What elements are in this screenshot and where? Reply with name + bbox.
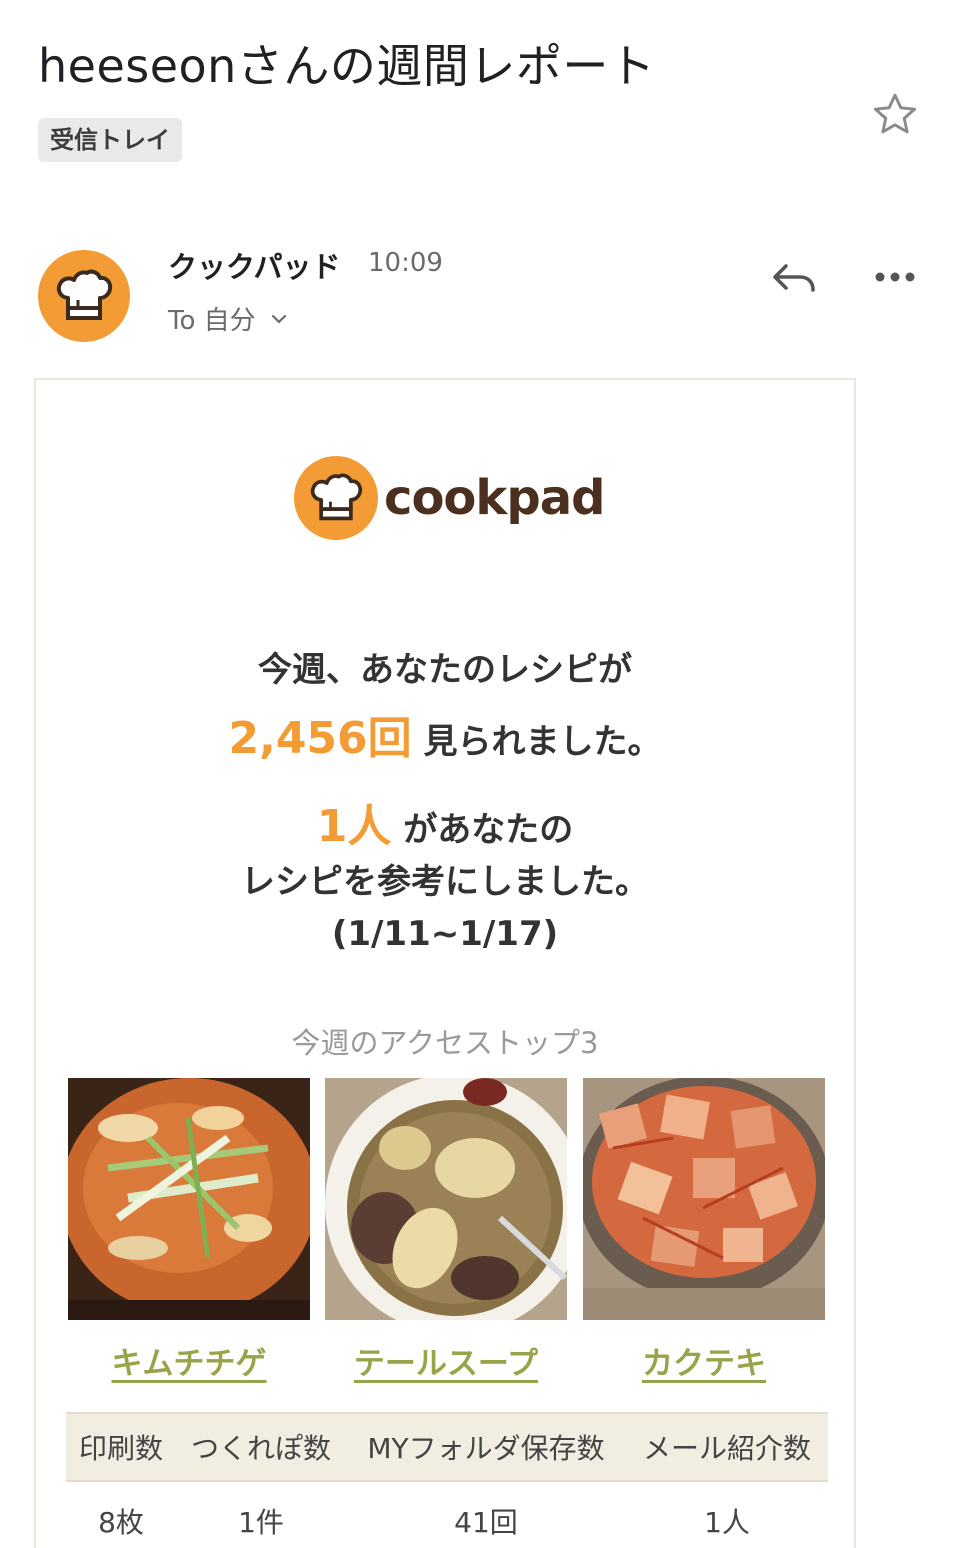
recipe-link-2[interactable]: テールスープ xyxy=(325,1338,567,1383)
stats-header-mail-intro: メール紹介数 xyxy=(642,1432,811,1465)
sender-name: クックパッド xyxy=(168,250,341,284)
recipe-photo-kimchi-jjigae[interactable] xyxy=(68,1078,310,1320)
views-intro: 今週、あなたのレシピが xyxy=(258,650,632,690)
inbox-label-chip[interactable]: 受信トレイ xyxy=(38,118,182,162)
more-icon[interactable] xyxy=(872,262,918,292)
reference-suffix: があなたの xyxy=(403,810,574,850)
stats-value-print: 8枚 xyxy=(98,1506,144,1539)
cookpad-chef-hat-icon xyxy=(294,456,378,540)
recipe-card-3[interactable]: カクテキ xyxy=(583,1078,825,1383)
recipient-text: To 自分 xyxy=(168,306,256,336)
stats-header-tsukurepo: つくれぽ数 xyxy=(190,1432,331,1465)
recipe-card-2[interactable]: テールスープ xyxy=(325,1078,567,1383)
stats-header-my-folder: MYフォルダ保存数 xyxy=(367,1432,605,1465)
stats-value-row: 8枚 1件 41回 1人 xyxy=(66,1496,828,1546)
views-count: 2,456回 xyxy=(228,713,412,764)
email-body: cookpad 今週、あなたのレシピが 2,456回 見られました。 1人 があ… xyxy=(34,378,856,1548)
reply-icon[interactable] xyxy=(770,258,818,298)
cookpad-logo[interactable]: cookpad xyxy=(294,456,605,540)
report-period: (1/11~1/17) xyxy=(331,914,559,954)
recipe-card-1[interactable]: キムチチゲ xyxy=(68,1078,310,1383)
views-line: 2,456回 見られました。 xyxy=(36,702,854,766)
stats-header-row: 印刷数 つくれぽ数 MYフォルダ保存数 メール紹介数 xyxy=(66,1412,828,1482)
views-suffix: 見られました。 xyxy=(423,722,662,762)
recipient-toggle[interactable]: To 自分 xyxy=(168,300,288,337)
reference-line: 1人 があなたの xyxy=(36,790,854,854)
stats-value-my-folder: 41回 xyxy=(454,1506,518,1539)
cookpad-wordmark: cookpad xyxy=(384,470,605,526)
recipe-link-1[interactable]: キムチチゲ xyxy=(68,1338,310,1383)
star-icon[interactable] xyxy=(868,88,922,142)
chef-hat-icon xyxy=(56,269,113,320)
stats-header-print: 印刷数 xyxy=(78,1432,163,1465)
stats-value-tsukurepo: 1件 xyxy=(238,1506,284,1539)
recipe-link-3[interactable]: カクテキ xyxy=(583,1338,825,1383)
recipe-photo-tail-soup[interactable] xyxy=(325,1078,567,1320)
email-subject: heeseonさんの週間レポート xyxy=(38,39,656,93)
reference-count: 1人 xyxy=(316,801,392,852)
top3-title: 今週のアクセストップ3 xyxy=(291,1026,599,1060)
reference-line2: レシピを参考にしました。 xyxy=(241,862,649,902)
chevron-down-icon xyxy=(271,314,286,324)
sender-avatar[interactable] xyxy=(38,250,130,342)
sent-time: 10:09 xyxy=(368,248,443,278)
recipe-photo-kakuteki[interactable] xyxy=(583,1078,825,1320)
stats-value-mail-intro: 1人 xyxy=(704,1506,750,1539)
